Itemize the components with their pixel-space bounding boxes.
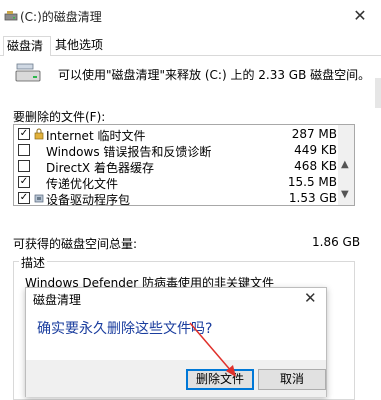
- confirm-delete-dialog: 磁盘清理 ✕ 确实要永久删除这些文件吗? 删除文件 取消: [25, 287, 327, 397]
- dialog-footer: 删除文件 取消: [26, 360, 326, 397]
- file-checkbox[interactable]: ✓: [18, 192, 30, 204]
- file-checkbox[interactable]: ✓: [18, 176, 30, 188]
- file-list[interactable]: ✓ Internet 临时文件 287 MB Windows 错误报告和反馈诊断…: [13, 124, 355, 207]
- disk-cleanup-app-icon: [4, 11, 18, 21]
- file-checkbox[interactable]: [18, 144, 30, 156]
- file-name: 设备驱动程序包: [46, 193, 131, 207]
- description-label: 描述: [19, 254, 48, 271]
- file-size: 15.5 MB: [287, 175, 337, 189]
- file-size: 287 MB: [291, 127, 337, 141]
- file-row[interactable]: ✓ Internet 临时文件 287 MB: [14, 126, 339, 143]
- disk-cleanup-window: (C:)的磁盘清理 ✕ 磁盘清理 其他选项 可以使用"磁盘清理"来释放 (C:)…: [0, 0, 381, 400]
- scroll-up-icon[interactable]: ▲: [341, 159, 349, 170]
- tab-more-options[interactable]: 其他选项: [52, 36, 122, 56]
- tab-strip: 磁盘清理 其他选项: [0, 36, 381, 71]
- total-space-label: 可获得的磁盘空间总量:: [13, 237, 138, 251]
- file-size: 468 KB: [294, 159, 337, 173]
- file-size: 449 KB: [294, 143, 337, 157]
- summary-text: 可以使用"磁盘清理"来释放 (C:) 上的 2.33 GB 磁盘空间。: [58, 68, 371, 82]
- files-to-delete-label: 要删除的文件(F):: [13, 110, 106, 124]
- dialog-close-button[interactable]: ✕: [304, 289, 317, 307]
- file-row[interactable]: Windows 错误报告和反馈诊断 449 KB: [14, 142, 339, 159]
- scroll-down-icon[interactable]: ▼: [341, 189, 349, 200]
- file-checkbox[interactable]: [18, 160, 30, 172]
- dialog-title: 磁盘清理: [33, 293, 82, 307]
- file-list-scrollbar[interactable]: ▲ ▼: [338, 125, 354, 205]
- dialog-question: 确实要永久删除这些文件吗?: [37, 321, 213, 337]
- file-row[interactable]: ✓ 设备驱动程序包 1.53 GB: [14, 190, 339, 207]
- window-title: (C:)的磁盘清理: [20, 10, 102, 24]
- delete-files-button[interactable]: 删除文件: [186, 369, 254, 390]
- window-close-button[interactable]: ✕: [350, 6, 370, 26]
- file-row[interactable]: ✓ 传递优化文件 15.5 MB: [14, 174, 339, 191]
- cancel-button[interactable]: 取消: [258, 369, 326, 390]
- background-window-edge: [375, 78, 381, 108]
- file-size: 1.53 GB: [288, 191, 337, 205]
- lock-icon: [34, 128, 44, 140]
- file-checkbox[interactable]: ✓: [18, 128, 30, 140]
- title-bar: (C:)的磁盘清理 ✕: [0, 0, 381, 33]
- file-row[interactable]: DirectX 着色器缓存 468 KB: [14, 158, 339, 175]
- tab-disk-cleanup[interactable]: 磁盘清理: [3, 36, 51, 71]
- drive-icon: [15, 63, 41, 82]
- driver-icon: [34, 194, 44, 203]
- total-space-value: 1.86 GB: [312, 235, 361, 249]
